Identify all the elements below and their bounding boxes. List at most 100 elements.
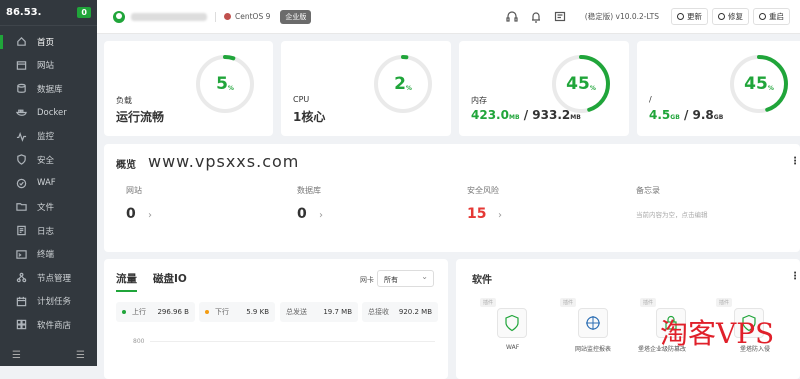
sidebar-item-security[interactable]: 安全 bbox=[0, 148, 97, 172]
load-gauge: 5% bbox=[194, 53, 256, 115]
upload-metric: 上行 296.96 B bbox=[116, 302, 195, 322]
crosshair-icon bbox=[586, 316, 600, 330]
memo-text[interactable]: 当前内容为空，点击编辑 bbox=[636, 209, 708, 219]
tab-disk-io[interactable]: 磁盘IO bbox=[153, 271, 187, 286]
chart-gridline bbox=[150, 341, 435, 342]
version-text: (稳定版) v10.0.2-LTS bbox=[584, 12, 659, 21]
load-card[interactable]: 5% 负载 运行流畅 bbox=[104, 41, 273, 136]
disk-separator: / bbox=[679, 108, 693, 122]
nic-select[interactable]: 所有 bbox=[377, 270, 434, 287]
sidebar-item-label: 日志 bbox=[37, 226, 55, 237]
more-icon[interactable]: ⋮ bbox=[790, 156, 800, 167]
memory-percent: 45 bbox=[566, 74, 590, 94]
database-count[interactable]: 0 bbox=[297, 206, 307, 222]
username-blurred bbox=[131, 12, 207, 21]
chevron-right-icon[interactable]: › bbox=[148, 210, 152, 221]
sidebar-item-docker[interactable]: Docker bbox=[0, 101, 97, 125]
watermark-text: www.vpsxxs.com bbox=[148, 152, 300, 171]
bell-icon[interactable] bbox=[529, 10, 543, 24]
sidebar-item-cron[interactable]: 计划任务 bbox=[0, 290, 97, 314]
sidebar-item-waf[interactable]: WAF bbox=[0, 172, 97, 196]
more-icon[interactable]: ⋮ bbox=[790, 271, 800, 282]
database-icon bbox=[17, 84, 26, 94]
cpu-value: 1核心 bbox=[293, 110, 326, 124]
terminal-icon bbox=[16, 249, 27, 259]
percent-unit: % bbox=[589, 84, 596, 92]
message-icon[interactable] bbox=[553, 10, 567, 24]
sidebar-item-logs[interactable]: 日志 bbox=[0, 219, 97, 243]
load-percent: 5 bbox=[216, 74, 228, 94]
cpu-card[interactable]: 2% CPU 1核心 bbox=[281, 41, 451, 136]
overview-title: 概览 bbox=[116, 160, 136, 171]
monitor-icon bbox=[16, 131, 27, 142]
edition-badge[interactable]: 企业版 bbox=[280, 9, 312, 24]
divider bbox=[215, 11, 216, 22]
memory-separator: / bbox=[519, 108, 533, 122]
topbar-actions: (稳定版) v10.0.2-LTS 更新 修复 重启 bbox=[495, 8, 800, 25]
home-icon bbox=[17, 37, 26, 47]
plugin-tag: 插件 bbox=[640, 298, 657, 307]
server-ip: 86.53. bbox=[6, 7, 42, 18]
headset-icon[interactable] bbox=[505, 10, 519, 24]
disk-card[interactable]: 45% / 4.5GB / 9.8GB bbox=[637, 41, 800, 136]
website-count[interactable]: 0 bbox=[126, 206, 136, 222]
plugin-tag: 插件 bbox=[480, 298, 497, 307]
site-monitor-plugin-name: 网站监控报表 bbox=[575, 346, 612, 353]
security-risk-count[interactable]: 15 bbox=[467, 206, 486, 222]
update-icon bbox=[677, 13, 684, 20]
sidebar-item-files[interactable]: 文件 bbox=[0, 195, 97, 219]
sidebar-item-nodes[interactable]: 节点管理 bbox=[0, 266, 97, 290]
percent-unit: % bbox=[227, 84, 234, 92]
cpu-gauge: 2% bbox=[372, 53, 434, 115]
collapse-icon[interactable]: ☰ bbox=[12, 350, 21, 361]
website-label: 网站 bbox=[126, 186, 142, 195]
chevron-right-icon[interactable]: › bbox=[498, 210, 502, 221]
sidebar-item-terminal[interactable]: 终端 bbox=[0, 242, 97, 266]
wrench-icon bbox=[718, 13, 725, 20]
sidebar: 86.53. 0 首页 网站 数据库 Docker 监控 安全 WAF 文件 日… bbox=[0, 0, 97, 366]
sidebar-item-label: 数据库 bbox=[37, 84, 63, 95]
disk-used-unit: GB bbox=[670, 114, 680, 121]
sidebar-item-database[interactable]: 数据库 bbox=[0, 77, 97, 101]
memory-value: 423.0MB / 933.2MB bbox=[471, 108, 581, 122]
waf-plugin[interactable] bbox=[497, 308, 527, 338]
avatar[interactable] bbox=[113, 10, 125, 23]
sidebar-item-label: 文件 bbox=[37, 202, 55, 213]
download-metric: 下行 5.9 KB bbox=[199, 302, 275, 322]
overview-card: 概览 www.vpsxxs.com ⋮ 网站 0 › 数据库 0 › 安全风险 … bbox=[104, 144, 800, 252]
sidebar-item-monitor[interactable]: 监控 bbox=[0, 124, 97, 148]
memory-card[interactable]: 45% 内存 423.0MB / 933.2MB bbox=[459, 41, 629, 136]
store-icon bbox=[16, 320, 27, 330]
repair-button[interactable]: 修复 bbox=[712, 8, 749, 25]
memory-total: 933.2 bbox=[532, 108, 571, 122]
sidebar-item-store[interactable]: 软件商店 bbox=[0, 313, 97, 337]
sidebar-item-label: WAF bbox=[37, 178, 56, 189]
sidebar-item-label: 节点管理 bbox=[37, 273, 72, 284]
restart-button[interactable]: 重启 bbox=[753, 8, 790, 25]
percent-unit: % bbox=[767, 84, 774, 92]
sidebar-footer: ☰ ☰ bbox=[0, 344, 97, 366]
memo-label: 备忘录 bbox=[636, 186, 660, 195]
os-info: CentOS 9 bbox=[224, 12, 270, 21]
tab-traffic[interactable]: 流量 bbox=[116, 271, 137, 292]
chevron-right-icon[interactable]: › bbox=[319, 210, 323, 221]
load-value: 运行流畅 bbox=[116, 110, 165, 124]
download-value: 5.9 KB bbox=[246, 308, 269, 316]
software-title: 软件 bbox=[472, 275, 492, 286]
sidebar-item-label: 首页 bbox=[37, 37, 55, 48]
globe-icon bbox=[16, 61, 27, 70]
sidebar-item-website[interactable]: 网站 bbox=[0, 54, 97, 78]
server-header[interactable]: 86.53. 0 bbox=[0, 0, 97, 26]
download-dot bbox=[205, 310, 209, 314]
sidebar-item-label: 网站 bbox=[37, 61, 55, 72]
total-received-metric: 总接收 920.2 MB bbox=[362, 302, 438, 322]
menu-icon[interactable]: ☰ bbox=[76, 350, 85, 361]
cpu-label: CPU bbox=[293, 95, 310, 104]
update-label: 更新 bbox=[687, 12, 702, 21]
security-risk-label: 安全风险 bbox=[467, 186, 499, 195]
os-name: CentOS 9 bbox=[235, 12, 271, 21]
site-monitor-plugin[interactable] bbox=[578, 308, 608, 338]
repair-label: 修复 bbox=[728, 12, 743, 21]
update-button[interactable]: 更新 bbox=[671, 8, 708, 25]
sidebar-item-home[interactable]: 首页 bbox=[0, 30, 97, 54]
